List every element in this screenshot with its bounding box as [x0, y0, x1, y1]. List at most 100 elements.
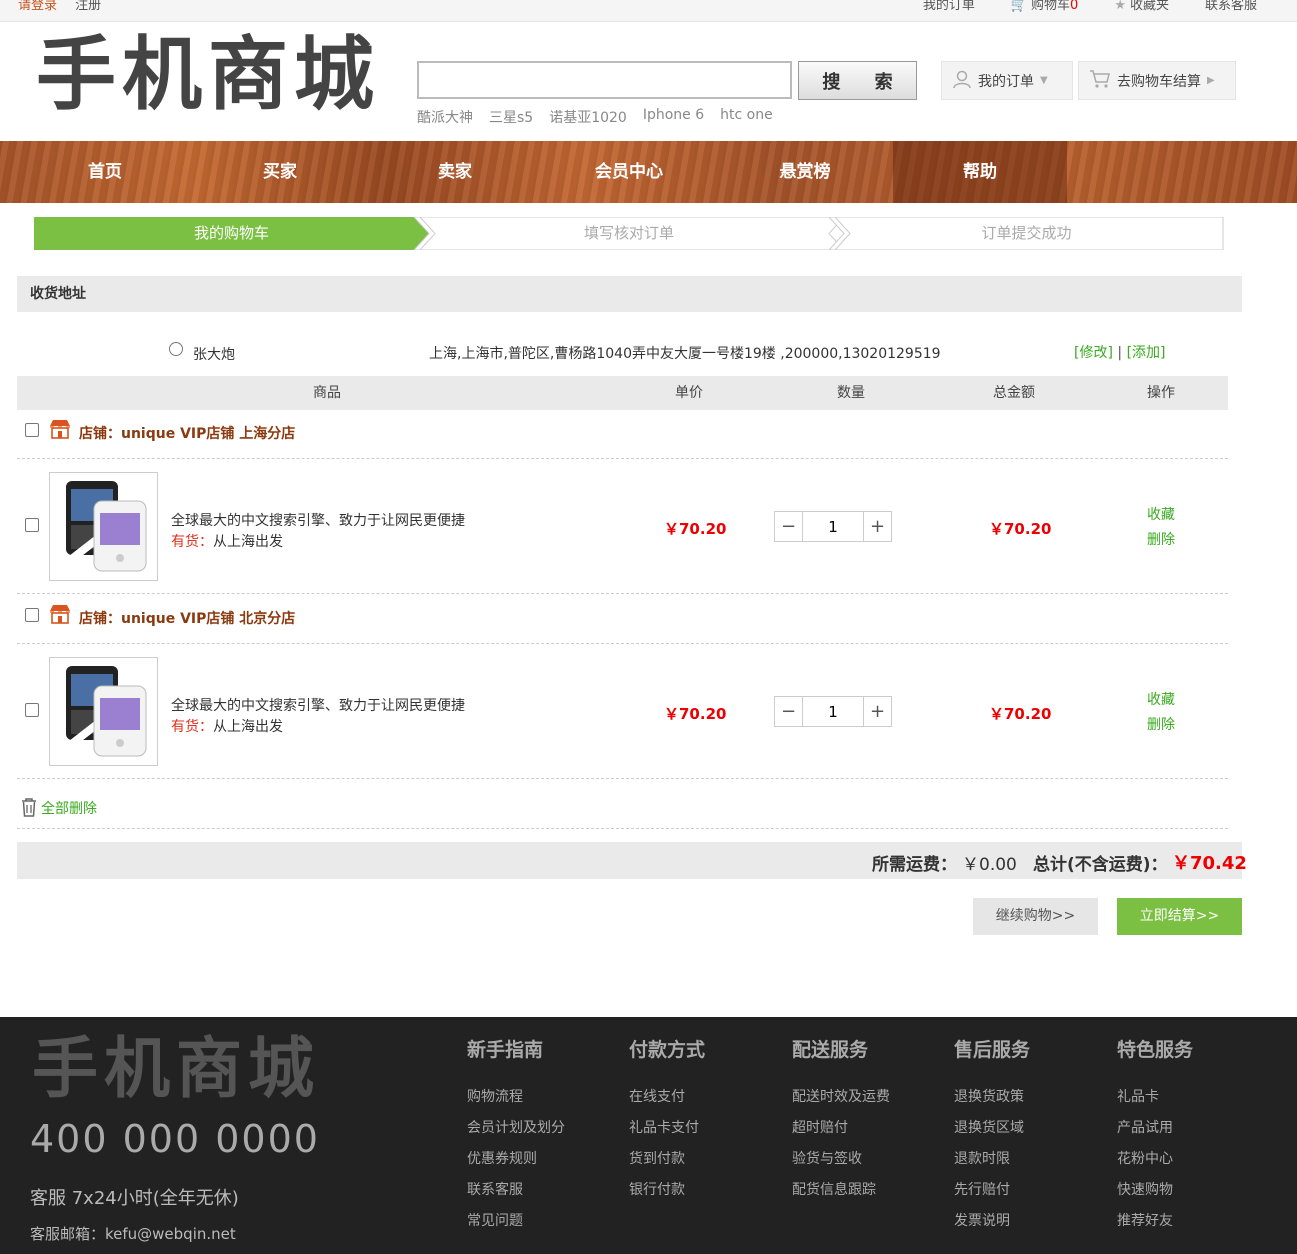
product-title[interactable]: 全球最大的中文搜索引擎、致力于让网民更便捷	[171, 695, 465, 715]
footer-link[interactable]: 验货与签收	[792, 1149, 890, 1180]
favorite-item-link[interactable]: 收藏	[1147, 688, 1175, 713]
top-bar-left: 请登录 注册	[18, 0, 101, 13]
cart-item-row: 全球最大的中文搜索引擎、致力于让网民更便捷 有货：从上海出发 ￥70.20 − …	[17, 644, 1228, 779]
unit-price: ￥70.20	[664, 705, 727, 723]
footer-phone: 400 000 0000	[30, 1117, 320, 1161]
product-stock: 有货：从上海出发	[171, 531, 283, 551]
nav-item-seller[interactable]: 卖家	[380, 141, 530, 203]
footer-link[interactable]: 快速购物	[1117, 1180, 1193, 1211]
footer-link[interactable]: 联系客服	[467, 1180, 565, 1211]
footer-link[interactable]: 在线支付	[629, 1087, 705, 1118]
footer-link[interactable]: 购物流程	[467, 1087, 565, 1118]
quantity-stepper: − 1 +	[774, 511, 892, 542]
stock-label: 有货：	[171, 719, 213, 735]
increase-quantity-button[interactable]: +	[863, 697, 891, 726]
footer-link[interactable]: 优惠券规则	[467, 1149, 565, 1180]
item-select-checkbox[interactable]	[25, 703, 39, 717]
footer-email: 客服邮箱：kefu@webqin.net	[30, 1225, 236, 1243]
item-total-price: ￥70.20	[989, 705, 1052, 723]
footer-link[interactable]: 礼品卡	[1117, 1087, 1193, 1118]
footer-column-title: 售后服务	[954, 1039, 1031, 1061]
footer-link[interactable]: 先行赔付	[954, 1180, 1030, 1211]
site-logo[interactable]: 手机商城	[36, 30, 380, 120]
nav-item-bounty-board[interactable]: 悬赏榜	[730, 141, 880, 203]
search-input[interactable]	[417, 61, 792, 99]
shop-select-checkbox[interactable]	[25, 608, 39, 622]
hotword-link[interactable]: 三星s5	[489, 107, 533, 127]
quantity-input[interactable]: 1	[803, 512, 863, 541]
shipping-value: ￥0.00	[962, 855, 1017, 875]
address-radio[interactable]	[169, 342, 183, 356]
decrease-quantity-button[interactable]: −	[775, 512, 803, 541]
hotword-link[interactable]: 酷派大神	[417, 107, 473, 127]
nav-item-member-center[interactable]: 会员中心	[554, 141, 704, 203]
hotword-link[interactable]: htc one	[720, 107, 773, 127]
shop-name[interactable]: 店铺：unique VIP店铺 北京分店	[79, 608, 295, 628]
total-value: ￥70.42	[1172, 853, 1247, 874]
footer-link[interactable]: 常见问题	[467, 1211, 565, 1242]
shop-select-checkbox[interactable]	[25, 423, 39, 437]
quantity-input[interactable]: 1	[803, 697, 863, 726]
cart-item-row: 全球最大的中文搜索引擎、致力于让网民更便捷 有货：从上海出发 ￥70.20 − …	[17, 459, 1228, 594]
footer-link[interactable]: 超时赔付	[792, 1118, 890, 1149]
footer-link[interactable]: 产品试用	[1117, 1118, 1193, 1149]
hotword-link[interactable]: 诺基亚1020	[549, 107, 627, 127]
footer-column-title: 配送服务	[792, 1039, 869, 1061]
favorite-item-link[interactable]: 收藏	[1147, 503, 1175, 528]
footer-link[interactable]: 退款时限	[954, 1149, 1030, 1180]
product-thumbnail[interactable]	[49, 657, 158, 766]
decrease-quantity-button[interactable]: −	[775, 697, 803, 726]
footer-link[interactable]: 配送时效及运费	[792, 1087, 890, 1118]
continue-shopping-button[interactable]: 继续购物>>	[973, 898, 1098, 935]
unit-price: ￥70.20	[664, 520, 727, 538]
footer-link[interactable]: 花粉中心	[1117, 1149, 1193, 1180]
shop-name[interactable]: 店铺：unique VIP店铺 上海分店	[79, 423, 295, 443]
add-address-link[interactable]: [添加]	[1127, 345, 1166, 361]
delete-item-link[interactable]: 删除	[1147, 713, 1175, 738]
footer-link[interactable]: 配货信息跟踪	[792, 1180, 890, 1211]
footer-link[interactable]: 会员计划及划分	[467, 1118, 565, 1149]
cart-count-badge: 0	[1070, 0, 1079, 13]
delete-all-row: 全部删除	[17, 793, 1228, 829]
step-order-success: 订单提交成功	[981, 224, 1072, 242]
checkout-now-button[interactable]: 立即结算>>	[1117, 898, 1242, 935]
item-select-checkbox[interactable]	[25, 518, 39, 532]
footer-link[interactable]: 发票说明	[954, 1211, 1030, 1242]
footer-column-payment: 付款方式 在线支付 礼品卡支付 货到付款 银行付款	[629, 1035, 705, 1211]
nav-item-home[interactable]: 首页	[30, 141, 180, 203]
search-button[interactable]: 搜 索	[798, 61, 917, 100]
footer-link[interactable]: 退换货政策	[954, 1087, 1030, 1118]
increase-quantity-button[interactable]: +	[863, 512, 891, 541]
hot-search-words: 酷派大神 三星s5 诺基亚1020 Iphone 6 htc one	[417, 107, 773, 127]
go-checkout-button[interactable]: 去购物车结算 ▶	[1078, 61, 1236, 100]
top-favorites-link[interactable]: ★ 收藏夹	[1114, 0, 1169, 13]
edit-address-link[interactable]: [修改]	[1074, 345, 1113, 361]
shop-group-header: 店铺：unique VIP店铺 北京分店	[17, 596, 1228, 644]
main-nav: 首页 买家 卖家 会员中心 悬赏榜 帮助	[0, 141, 1297, 203]
hotword-link[interactable]: Iphone 6	[643, 107, 704, 127]
delete-item-link[interactable]: 删除	[1147, 528, 1175, 553]
footer-column-special: 特色服务 礼品卡 产品试用 花粉中心 快速购物 推荐好友	[1117, 1035, 1193, 1242]
shop-group-header: 店铺：unique VIP店铺 上海分店	[17, 411, 1228, 459]
nav-item-help[interactable]: 帮助	[893, 141, 1067, 203]
top-customer-service-link[interactable]: 联系客服	[1205, 0, 1257, 13]
login-link[interactable]: 请登录	[18, 0, 57, 13]
order-summary: 所需运费： ￥0.00 总计(不含运费)： ￥70.42	[17, 842, 1247, 879]
product-thumbnail[interactable]	[49, 472, 158, 581]
top-cart-link[interactable]: 🛒 购物车0	[1011, 0, 1078, 13]
product-stock: 有货：从上海出发	[171, 716, 283, 736]
footer-link[interactable]: 货到付款	[629, 1149, 705, 1180]
my-orders-button[interactable]: 我的订单 ▼	[941, 61, 1073, 100]
step-my-cart: 我的购物车	[193, 224, 269, 242]
footer-link[interactable]: 推荐好友	[1117, 1211, 1193, 1242]
register-link[interactable]: 注册	[75, 0, 101, 13]
footer-link[interactable]: 银行付款	[629, 1180, 705, 1211]
delete-all-link[interactable]: 全部删除	[41, 798, 97, 818]
top-my-orders-link[interactable]: 我的订单	[923, 0, 975, 13]
footer-link[interactable]: 礼品卡支付	[629, 1118, 705, 1149]
trash-icon	[20, 797, 38, 821]
product-title[interactable]: 全球最大的中文搜索引擎、致力于让网民更便捷	[171, 510, 465, 530]
top-favorites-label: 收藏夹	[1129, 0, 1169, 13]
footer-link[interactable]: 退换货区域	[954, 1118, 1030, 1149]
nav-item-buyer[interactable]: 买家	[205, 141, 355, 203]
